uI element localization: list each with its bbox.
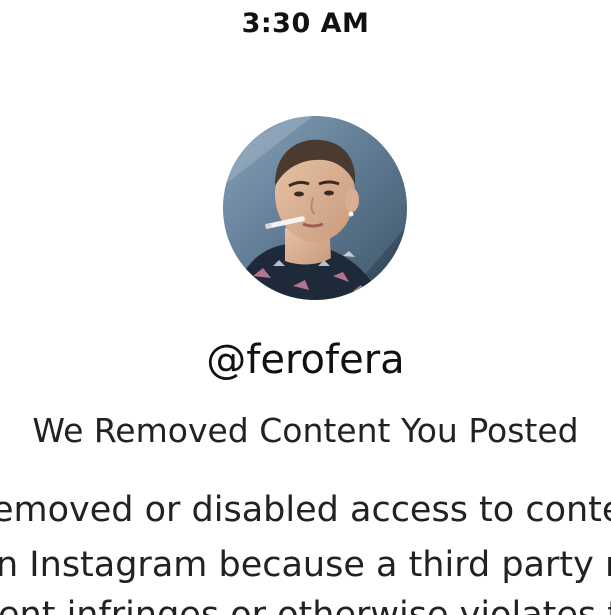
username: @ferofera xyxy=(206,337,405,383)
notice-body-line: emoved or disabled access to conten xyxy=(0,490,611,530)
notice-title: We Removed Content You Posted xyxy=(32,411,579,450)
notice-body-line: n Instagram because a third party rep xyxy=(0,545,611,585)
status-bar-time: 3:30 AM xyxy=(241,8,370,39)
notice-body-line: ent infringes or otherwise violates th xyxy=(0,595,611,615)
avatar[interactable] xyxy=(223,116,407,300)
profile-photo-icon xyxy=(223,116,407,300)
